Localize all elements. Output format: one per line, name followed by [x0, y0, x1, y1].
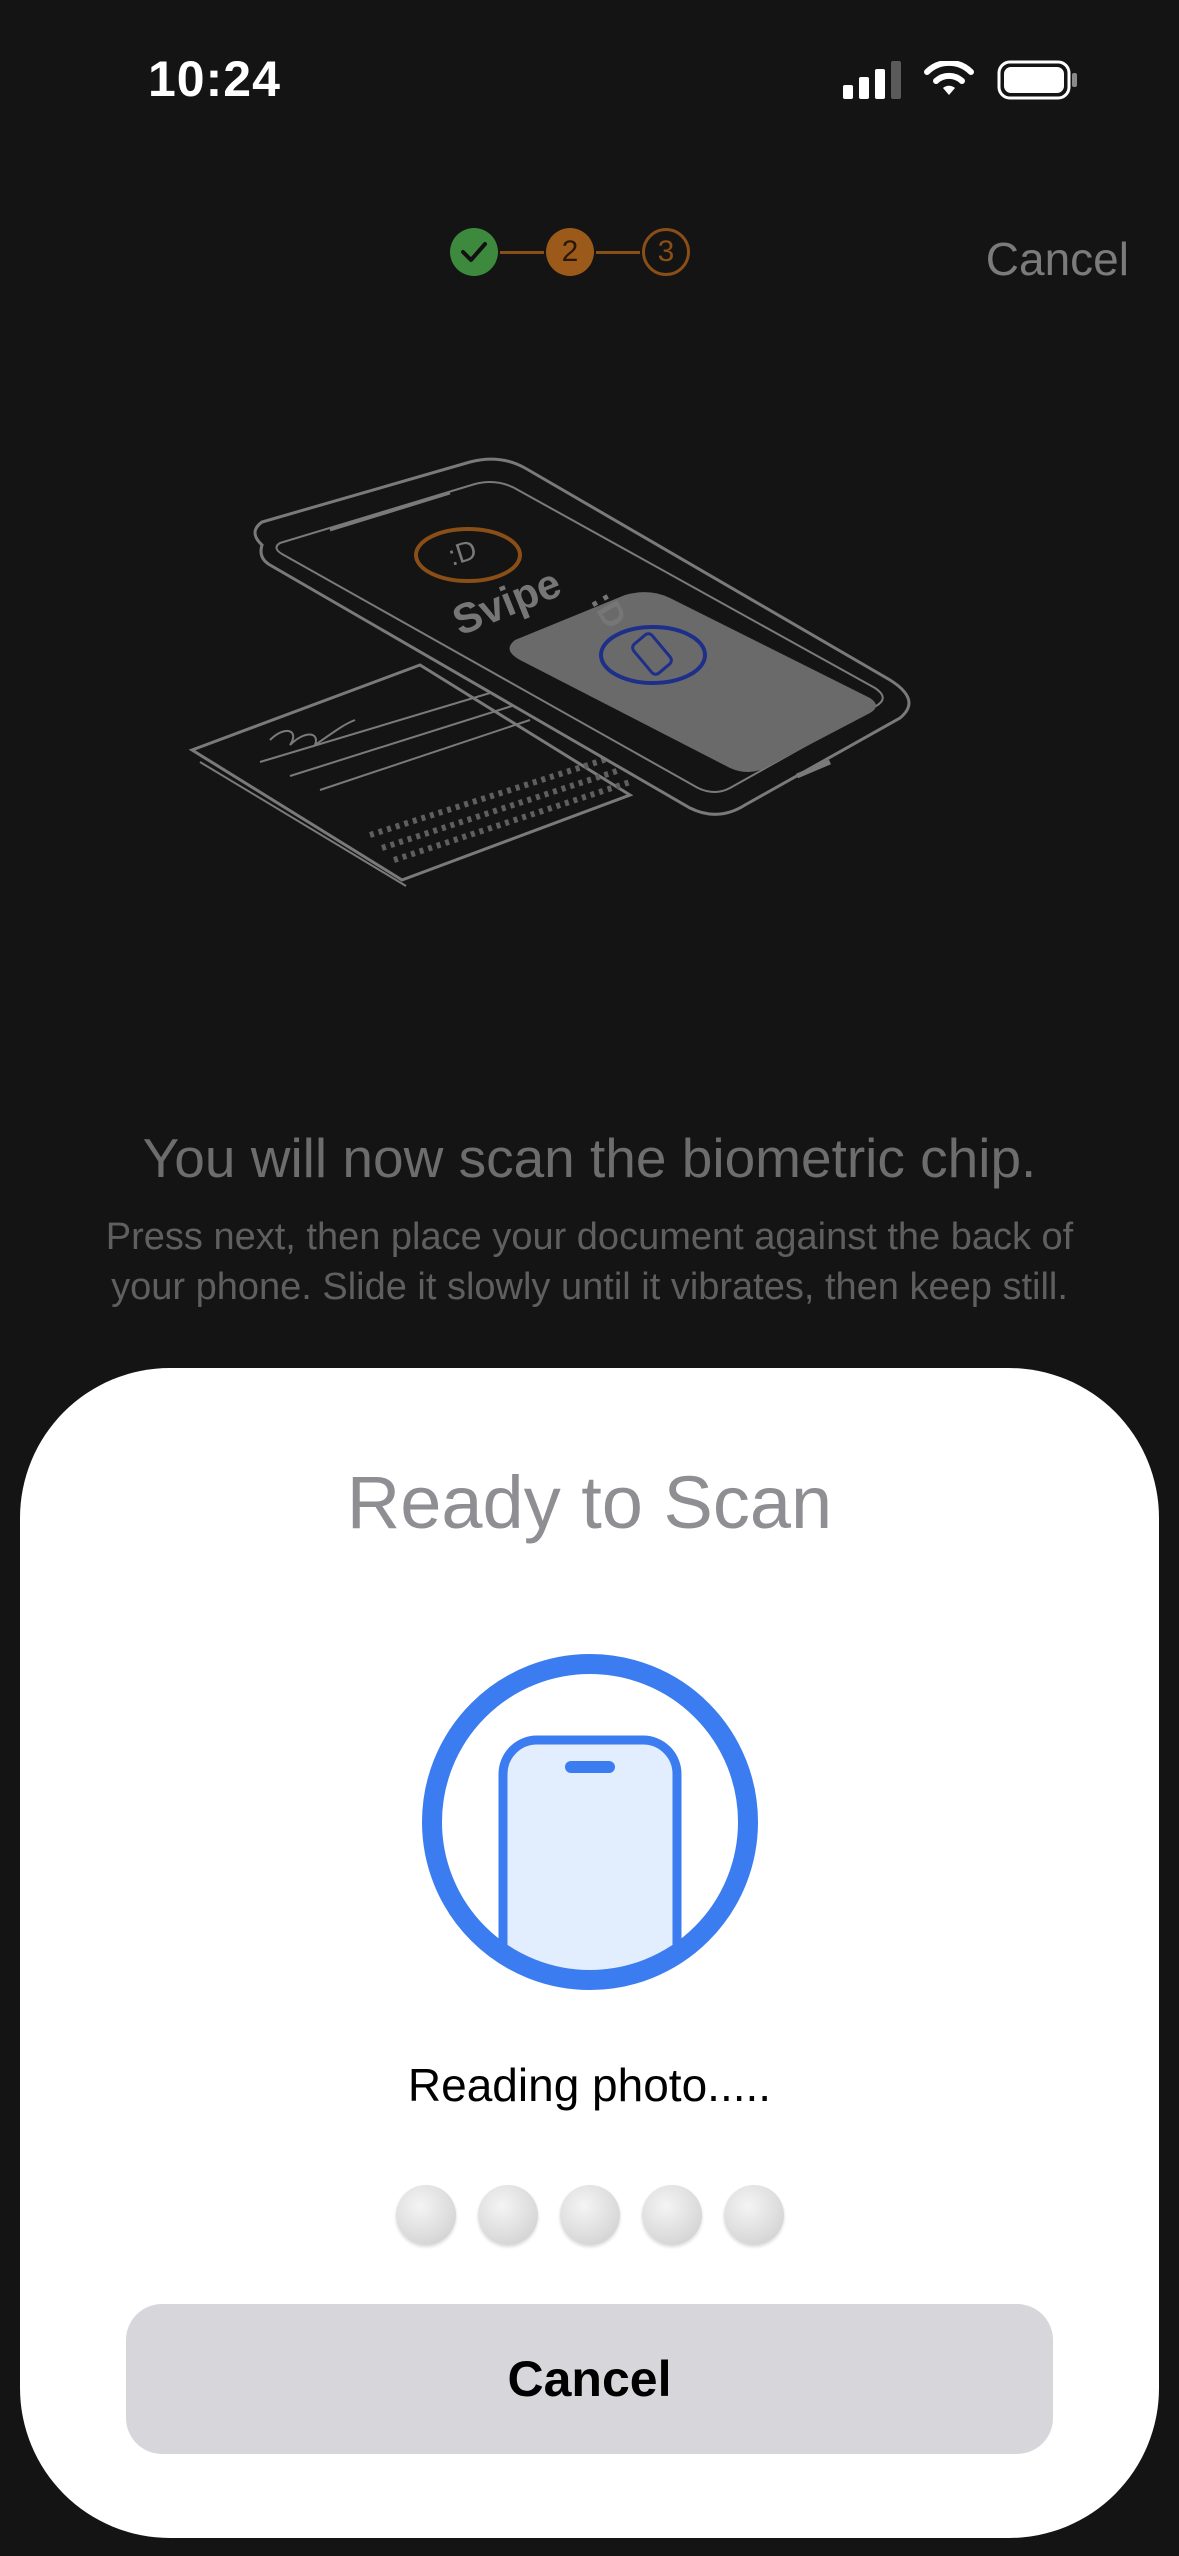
progress-dot — [559, 2185, 620, 2245]
nfc-scan-illustration: :D Svipe :D — [188, 457, 911, 887]
scan-status-text: Reading photo..... — [407, 2059, 772, 2111]
progress-stepper: 2 3 — [450, 228, 690, 276]
scan-cancel-button[interactable]: Cancel — [126, 2304, 1053, 2454]
scan-progress-dots — [0, 2185, 1179, 2245]
wifi-icon — [924, 61, 974, 95]
header-cancel-button[interactable]: Cancel — [986, 232, 1129, 286]
progress-dot — [723, 2185, 784, 2245]
status-icons — [843, 60, 1079, 100]
cellular-signal-icon — [843, 61, 901, 99]
instructions-body: Press next, then place your document aga… — [20, 1212, 1159, 1312]
progress-dot — [477, 2185, 538, 2245]
step-connector — [500, 250, 544, 254]
checkmark-icon — [461, 242, 487, 262]
progress-dot — [641, 2185, 702, 2245]
step-connector — [596, 250, 640, 254]
battery-icon — [997, 60, 1077, 100]
phone-nfc-icon — [422, 1654, 758, 1990]
phone-illustration: :D Svipe :D — [253, 457, 911, 816]
instructions-line-1: Press next, then place your document aga… — [105, 1216, 1074, 1258]
step-1-complete — [450, 228, 498, 276]
instructions-headline: You will now scan the biometric chip. — [142, 1127, 1037, 1189]
step-2-current: 2 — [546, 228, 594, 276]
status-time: 10:24 — [148, 51, 281, 107]
instructions-line-2: your phone. Slide it slowly until it vib… — [111, 1266, 1068, 1308]
scan-sheet-title: Ready to Scan — [346, 1461, 833, 1544]
progress-dot — [395, 2185, 456, 2245]
step-3-upcoming: 3 — [642, 228, 690, 276]
